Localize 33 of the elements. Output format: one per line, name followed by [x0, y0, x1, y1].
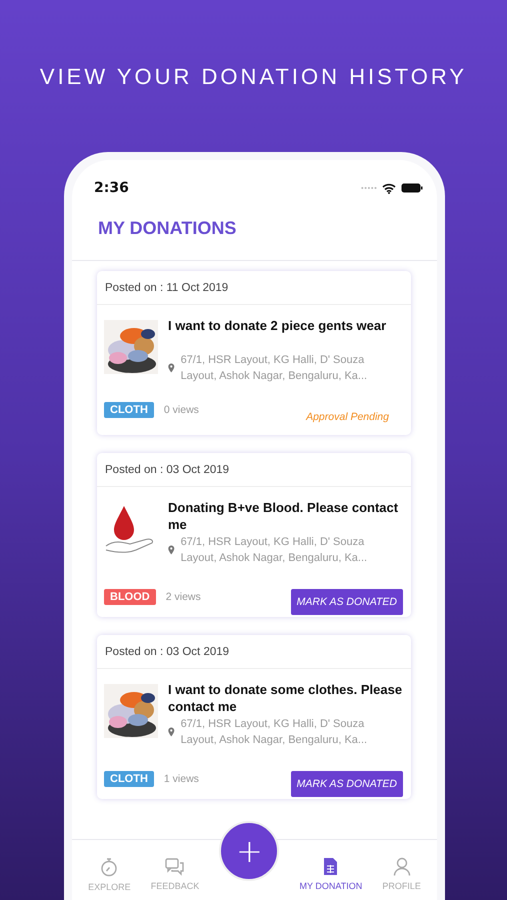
view-count: 0 views [164, 404, 199, 416]
screen-title: MY DONATIONS [98, 218, 236, 238]
stopwatch-icon [100, 856, 118, 876]
donation-card[interactable]: Posted on : 03 Oct 2019 Donating B+ve Blood. Please contact me 67/1, HSR Layout, KG Halli, D' Souza Layout, Ashok Nagar, Bengaluru, Ka... BLOOD 2 views MARK AS DONATED [97, 453, 411, 617]
chat-icon [164, 858, 185, 876]
posted-date: Posted on : 03 Oct 2019 [105, 464, 230, 476]
category-tag: CLOTH [104, 771, 154, 787]
posted-date: Posted on : 11 Oct 2019 [105, 282, 228, 294]
address: 67/1, HSR Layout, KG Halli, D' Souza Layout, Ashok Nagar, Bengaluru, Ka... [180, 717, 368, 748]
donation-title: I want to donate some clothes. Please contact me [168, 681, 403, 715]
donation-card[interactable]: Posted on : 03 Oct 2019 I want to donate some clothes. Please contact me 67/1, HSR Layout, KG Halli, D' Souza Layout, Ashok Nagar, Bengaluru, Ka... CLOTH 1 views MARK AS DONATED [97, 635, 411, 799]
wifi-icon [382, 182, 396, 194]
nav-tab[interactable]: MY DONATION [300, 857, 362, 891]
view-count: 2 views [166, 591, 201, 603]
donation-card[interactable]: Posted on : 11 Oct 2019 I want to donate 2 piece gents wear 67/1, HSR Layout, KG Halli, D' Souza Layout, Ashok Nagar, Bengaluru, Ka... CLOTH 0 views Approval Pending [97, 271, 411, 435]
headline: VIEW YOUR DONATION HISTORY [38, 63, 468, 88]
approval-status: Approval Pending [306, 411, 389, 423]
battery-icon [401, 183, 423, 193]
view-count: 1 views [164, 773, 199, 785]
address: 67/1, HSR Layout, KG Halli, D' Souza Layout, Ashok Nagar, Bengaluru, Ka... [180, 535, 368, 566]
mark-donated-button[interactable]: MARK AS DONATED [290, 589, 403, 615]
donation-title: Donating B+ve Blood. Please contact me [168, 499, 400, 533]
document-icon [323, 857, 338, 876]
person-icon [392, 857, 411, 876]
add-button[interactable]: + [219, 821, 280, 881]
category-tag: BLOOD [104, 589, 156, 605]
posted-date: Posted on : 03 Oct 2019 [105, 646, 230, 658]
address: 67/1, HSR Layout, KG Halli, D' Souza Layout, Ashok Nagar, Bengaluru, Ka... [180, 353, 368, 384]
category-tag: CLOTH [104, 402, 154, 418]
donation-title: I want to donate 2 piece gents wear [168, 317, 388, 335]
status-time: 2:36 [94, 180, 129, 196]
signal-icon [359, 186, 377, 190]
mark-donated-button[interactable]: MARK AS DONATED [290, 771, 403, 797]
